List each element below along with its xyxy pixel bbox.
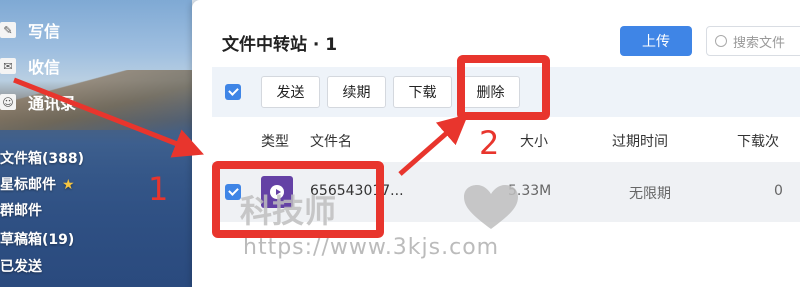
- sidebar: ✎ 写信 ✉ 收信 ☺ 通讯录 文件箱(388) 星标邮件 ★ 群邮件 草稿箱(1…: [0, 0, 192, 287]
- send-button[interactable]: 发送: [261, 76, 320, 108]
- folder-drafts[interactable]: 草稿箱(19): [0, 229, 74, 249]
- contacts-label: 通讯录: [28, 94, 77, 113]
- upload-button[interactable]: 上传: [620, 26, 692, 56]
- folder-label: 已发送: [0, 259, 42, 275]
- folder-group-mail[interactable]: 群邮件: [0, 200, 42, 220]
- contacts-icon: ☺: [0, 94, 16, 110]
- inbox-label: 收信: [28, 58, 61, 77]
- watermark-url: https://www.3kjs.com: [243, 235, 500, 260]
- search-icon: [715, 35, 727, 47]
- renew-button[interactable]: 续期: [327, 76, 386, 108]
- folder-label: 草稿箱(19): [0, 232, 75, 248]
- pencil-icon: ✎: [0, 22, 16, 38]
- compose-label: 写信: [28, 22, 61, 41]
- folder-starred[interactable]: 星标邮件 ★: [0, 174, 75, 194]
- step-number-1: 1: [148, 170, 169, 208]
- column-filename[interactable]: 文件名: [310, 131, 352, 151]
- folder-label: 星标邮件: [0, 177, 56, 193]
- compose-item[interactable]: ✎ 写信: [0, 16, 60, 44]
- step-number-2: 2: [479, 124, 500, 162]
- folder-sent[interactable]: 已发送: [0, 256, 42, 276]
- folder-label: 文件箱(388): [0, 151, 85, 167]
- inbox-item[interactable]: ✉ 收信: [0, 52, 60, 80]
- select-all-checkbox[interactable]: [225, 84, 241, 100]
- search-input[interactable]: 搜索文件: [706, 26, 800, 56]
- envelope-icon: ✉: [0, 58, 16, 74]
- search-placeholder: 搜索文件: [733, 35, 786, 51]
- file-downloads: 0: [774, 183, 783, 199]
- file-expire: 无限期: [629, 186, 671, 202]
- column-size[interactable]: 大小: [520, 131, 548, 151]
- heart-icon: [464, 185, 518, 229]
- column-type: 类型: [261, 134, 289, 150]
- highlight-box-delete: [457, 55, 550, 120]
- folder-label: 群邮件: [0, 203, 42, 219]
- contacts-item[interactable]: ☺ 通讯录: [0, 88, 76, 116]
- folder-filebox[interactable]: 文件箱(388): [0, 148, 84, 168]
- star-icon: ★: [62, 177, 75, 193]
- page-title: 文件中转站 · 1: [222, 35, 338, 55]
- column-downloads[interactable]: 下载次: [737, 131, 779, 151]
- download-button[interactable]: 下载: [393, 76, 452, 108]
- column-expire[interactable]: 过期时间: [612, 131, 668, 151]
- highlight-box-file: [212, 161, 384, 238]
